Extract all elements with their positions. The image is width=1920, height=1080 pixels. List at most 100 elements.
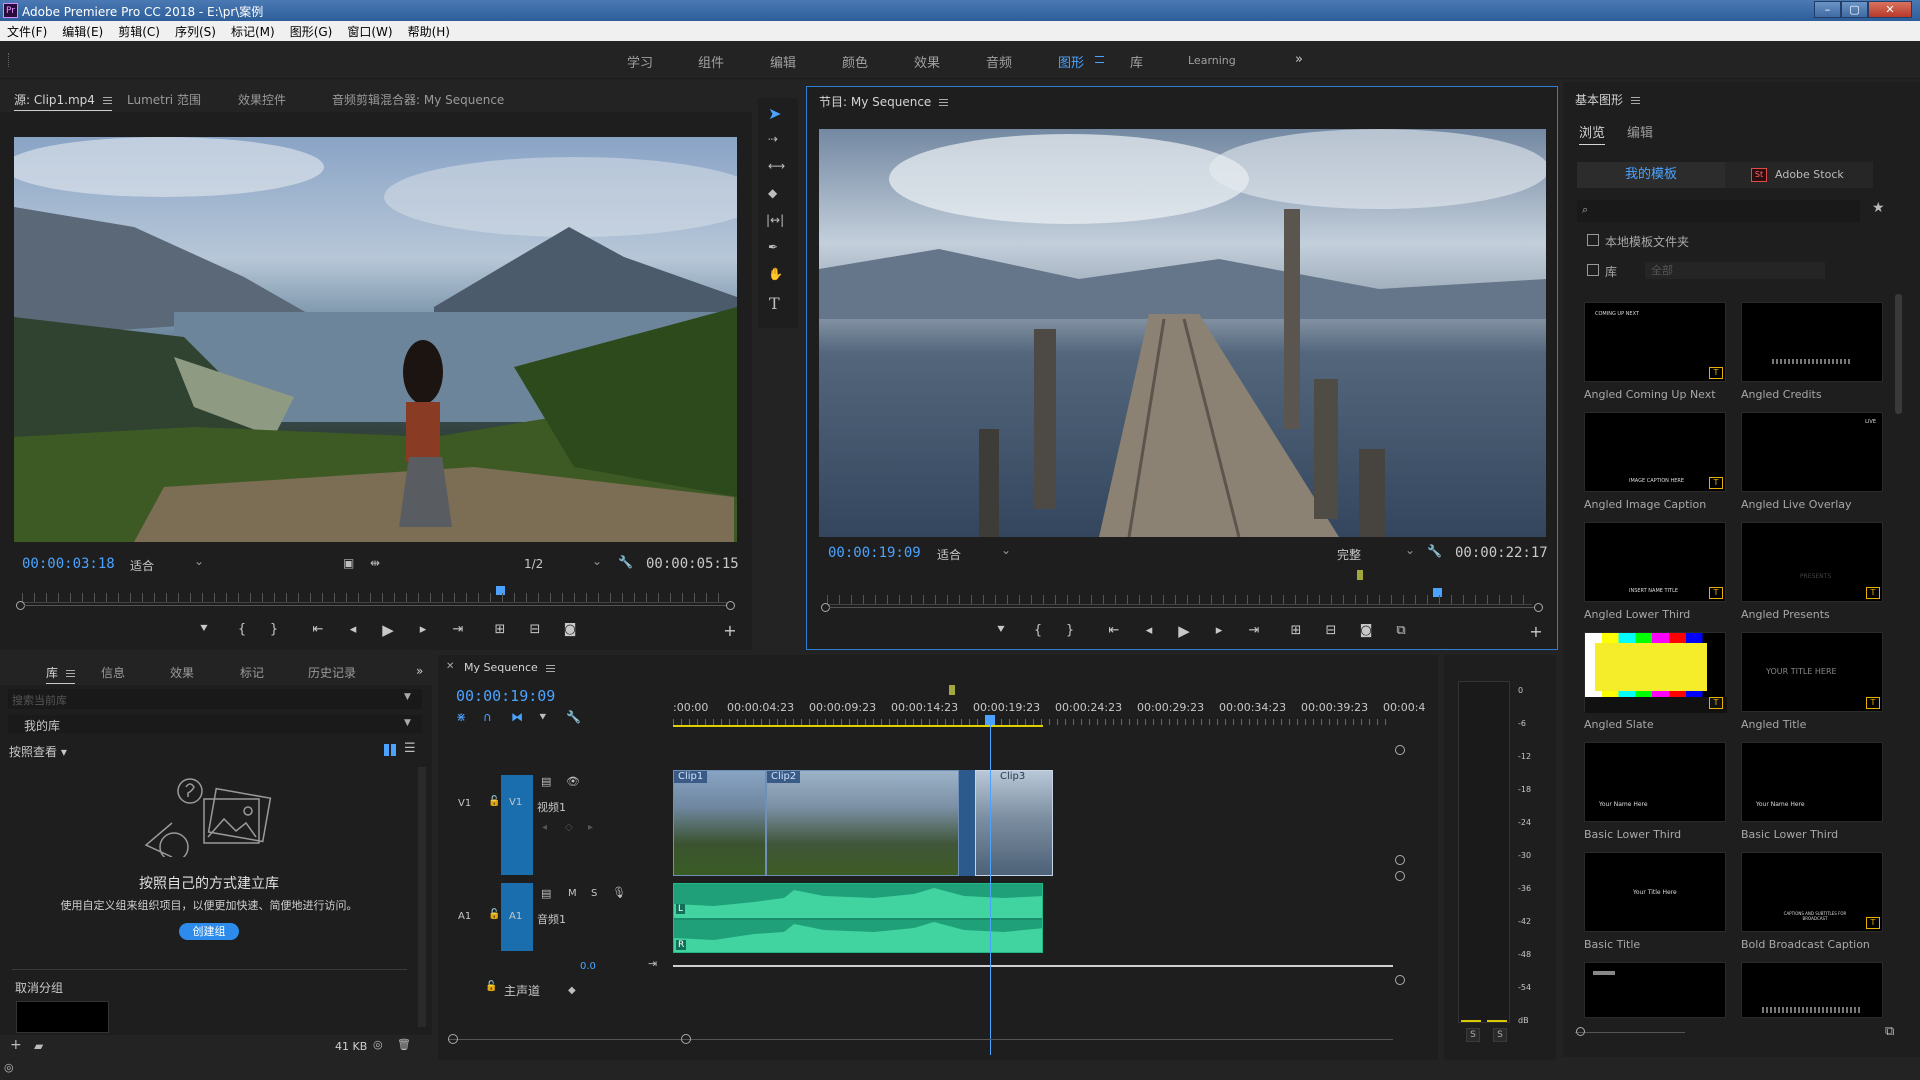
prev-keyframe-icon[interactable]: ◂ (542, 822, 547, 833)
program-timecode[interactable]: 00:00:19:09 (828, 545, 921, 561)
source-zoom-bar[interactable] (24, 605, 726, 606)
drag-video-icon[interactable]: ⇹ (370, 556, 380, 570)
template-thumbnail[interactable] (1741, 962, 1883, 1018)
new-layer-icon[interactable]: ⧉ (1885, 1024, 1894, 1039)
next-keyframe-icon[interactable]: ▸ (588, 822, 593, 833)
eye-icon[interactable]: 👁 (566, 775, 580, 788)
timeline-timecode[interactable]: 00:00:19:09 (456, 687, 555, 705)
add-content-icon[interactable]: + (10, 1037, 22, 1053)
program-zoom-bar[interactable] (829, 607, 1534, 608)
program-step-back-icon[interactable]: ◂ (1139, 623, 1159, 638)
timeline-settings-wrench-icon[interactable]: 🔧 (566, 710, 581, 724)
source-patch-v1[interactable]: V1 (501, 775, 533, 875)
workspace-tab-effects[interactable]: 效果 (914, 52, 940, 71)
program-mark-out-icon[interactable]: } (1060, 623, 1080, 638)
library-asset-thumbnail[interactable] (16, 1001, 109, 1033)
template-list-scrollbar[interactable] (1895, 294, 1902, 414)
mark-out-icon[interactable]: } (264, 622, 284, 637)
minimize-button[interactable]: – (1814, 1, 1841, 18)
template-thumbnail[interactable] (1584, 962, 1726, 1018)
keyframe-icon[interactable]: ◇ (565, 822, 573, 833)
tab-lumetri-scopes[interactable]: Lumetri 范围 (127, 91, 201, 108)
track-id[interactable]: V1 (458, 798, 471, 809)
solo-left-button[interactable]: S (1466, 1028, 1480, 1042)
audio-clip[interactable]: L R (673, 883, 1043, 953)
master-lock-icon[interactable]: 🔓 (485, 981, 497, 992)
program-settings-wrench-icon[interactable]: 🔧 (1427, 544, 1442, 558)
type-tool-icon[interactable]: T (769, 294, 780, 313)
nest-toggle-icon[interactable]: ⋇ (456, 710, 466, 724)
my-templates-button[interactable]: 我的模板 (1577, 162, 1725, 188)
clip-gap[interactable] (959, 770, 975, 876)
menu-file[interactable]: 文件(F) (0, 21, 55, 40)
template-item[interactable]: YOUR TITLE HERE T Angled Title (1741, 632, 1883, 731)
workspace-tab-learn[interactable]: 学习 (627, 52, 653, 71)
template-item[interactable]: Angled Credits (1741, 302, 1883, 401)
lift-icon[interactable]: ⊞ (1286, 623, 1306, 638)
menu-marker[interactable]: 标记(M) (224, 21, 283, 40)
workspace-tab-audio[interactable]: 音频 (986, 52, 1012, 71)
workspace-tab-color[interactable]: 颜色 (842, 52, 868, 71)
search-dropdown-icon[interactable]: ▼ (404, 692, 411, 702)
video-clip[interactable]: Clip1 (673, 770, 766, 876)
adobe-stock-button[interactable]: St Adobe Stock (1725, 162, 1873, 188)
overwrite-icon[interactable]: ⊟ (525, 622, 545, 637)
workspace-menu-icon[interactable] (1095, 56, 1104, 63)
status-icon[interactable]: ◎ (4, 1061, 14, 1074)
workspace-overflow-icon[interactable]: » (1295, 52, 1303, 67)
comparison-view-icon[interactable]: ⧉ (1391, 623, 1411, 638)
export-frame-icon[interactable]: ◙ (560, 622, 580, 637)
slip-tool-icon[interactable]: |↔| (766, 213, 784, 227)
program-quality-select[interactable]: 完整 (1337, 543, 1417, 563)
menu-window[interactable]: 窗口(W) (340, 21, 400, 40)
tab-libraries[interactable]: 库 (46, 664, 76, 684)
tab-browse[interactable]: 浏览 (1579, 122, 1606, 145)
add-marker-icon[interactable]: ⯆ (194, 622, 214, 637)
ungroup-label[interactable]: 取消分组 (15, 979, 63, 996)
close-sequence-icon[interactable]: ✕ (446, 661, 454, 672)
snap-magnet-icon[interactable]: ∩ (483, 710, 492, 724)
program-button-editor-icon[interactable]: + (1526, 622, 1546, 641)
linked-selection-icon[interactable]: ⧓ (511, 710, 523, 724)
go-to-edit-icon[interactable]: ⇥ (648, 957, 657, 970)
workspace-tab-editing[interactable]: 编辑 (770, 52, 796, 71)
library-scrollbar[interactable] (418, 767, 426, 1027)
template-item[interactable]: PRESENTS T Angled Presents (1741, 522, 1883, 621)
source-resolution-select[interactable]: 1/2 (524, 554, 604, 574)
insert-icon[interactable]: ⊞ (490, 622, 510, 637)
sync-lock-icon[interactable]: ▤ (541, 775, 551, 788)
program-mark-in-icon[interactable]: { (1028, 623, 1048, 638)
program-play-icon[interactable]: ▶ (1174, 622, 1194, 640)
step-back-icon[interactable]: ◂ (343, 622, 363, 637)
essential-graphics-title[interactable]: 基本图形 (1575, 91, 1641, 108)
timeline-marker[interactable] (949, 685, 955, 695)
tab-effects[interactable]: 效果 (170, 664, 194, 681)
workspace-tab-graphics[interactable]: 图形 (1058, 52, 1084, 71)
program-export-frame-icon[interactable]: ◙ (1356, 623, 1376, 638)
go-to-in-icon[interactable]: ⇤ (308, 622, 328, 637)
maximize-button[interactable]: ▢ (1841, 1, 1868, 18)
voiceover-record-icon[interactable]: 🎙 (612, 886, 626, 899)
lock-icon[interactable]: 🔓 (488, 796, 500, 807)
source-time-ruler[interactable] (22, 593, 727, 603)
play-icon[interactable]: ▶ (378, 621, 398, 639)
favorite-star-icon[interactable]: ★ (1872, 200, 1885, 216)
template-item[interactable]: INSERT NAME TITLE T Angled Lower Third (1584, 522, 1726, 621)
thumbnail-size-handle[interactable] (1576, 1027, 1585, 1036)
tab-history[interactable]: 历史记录 (308, 664, 356, 681)
program-time-ruler[interactable] (827, 595, 1532, 605)
tab-edit[interactable]: 编辑 (1627, 122, 1653, 141)
razor-tool-icon[interactable]: ◆ (768, 186, 777, 200)
source-timecode[interactable]: 00:00:03:18 (22, 556, 115, 572)
menu-help[interactable]: 帮助(H) (401, 21, 458, 40)
tab-sequence[interactable]: My Sequence (464, 661, 555, 674)
timeline-horizontal-scroll[interactable] (448, 1039, 1393, 1040)
master-volume-value[interactable]: 0.0 (580, 961, 596, 972)
level-meter[interactable] (1458, 681, 1510, 1023)
tab-markers[interactable]: 标记 (240, 664, 264, 681)
extract-icon[interactable]: ⊟ (1321, 623, 1341, 638)
sync-icon[interactable]: ◎ (373, 1038, 383, 1051)
mute-button[interactable]: M (568, 888, 577, 899)
source-patch-a1[interactable]: A1 (501, 883, 533, 951)
program-step-forward-icon[interactable]: ▸ (1209, 623, 1229, 638)
